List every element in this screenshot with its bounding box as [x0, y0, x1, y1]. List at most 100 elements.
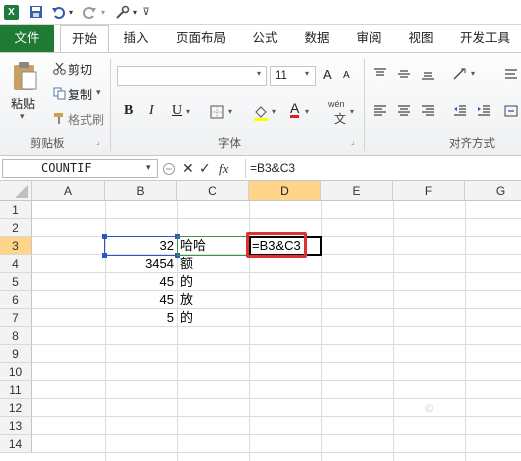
name-box-dropdown-icon[interactable]: ▾: [146, 162, 151, 173]
tools-icon[interactable]: [114, 4, 130, 20]
column-header-c[interactable]: C: [177, 181, 249, 201]
formula-bar-grip-icon[interactable]: [161, 161, 177, 177]
cut-label[interactable]: 剪切: [68, 61, 92, 78]
name-box[interactable]: COUNTIF: [2, 159, 158, 178]
row-header-12[interactable]: 12: [0, 399, 32, 417]
font-launcher-icon[interactable]: ⌟: [351, 137, 355, 146]
font-name-dropdown[interactable]: [117, 66, 267, 86]
shrink-font-icon[interactable]: A: [343, 70, 350, 81]
cell-c5[interactable]: 的: [180, 273, 248, 291]
tab-data[interactable]: 数据: [295, 25, 339, 52]
column-header-d[interactable]: D: [249, 181, 321, 201]
row-header-11[interactable]: 11: [0, 381, 32, 399]
fill-color-dropdown-icon[interactable]: ▾: [272, 107, 276, 116]
align-top-icon[interactable]: [372, 67, 388, 81]
formula-input[interactable]: =B3&C3: [245, 159, 519, 178]
tab-home[interactable]: 开始: [60, 25, 109, 53]
increase-indent-icon[interactable]: [476, 104, 492, 118]
merge-center-icon[interactable]: [503, 104, 519, 118]
cell-b7[interactable]: 5: [106, 309, 176, 327]
tab-developer[interactable]: 开发工具: [453, 25, 517, 52]
copy-dropdown-icon[interactable]: ▾: [96, 87, 101, 98]
column-header-f[interactable]: F: [393, 181, 465, 201]
save-icon[interactable]: [28, 4, 44, 20]
redo-dropdown-icon[interactable]: ▾: [99, 4, 107, 20]
font-color-button[interactable]: A: [290, 101, 300, 118]
align-center-icon[interactable]: [396, 104, 412, 118]
align-left-icon[interactable]: [372, 104, 388, 118]
align-middle-icon[interactable]: [396, 67, 412, 81]
cancel-icon[interactable]: ✕: [182, 160, 194, 177]
column-header-b[interactable]: B: [105, 181, 177, 201]
row-header-1[interactable]: 1: [0, 201, 32, 219]
paste-label[interactable]: 粘贴: [11, 95, 35, 112]
align-bottom-icon[interactable]: [420, 67, 436, 81]
paste-icon[interactable]: [10, 59, 40, 93]
column-header-a[interactable]: A: [32, 181, 105, 201]
italic-button[interactable]: I: [149, 103, 154, 119]
cell-c6[interactable]: 放: [180, 291, 248, 309]
row-header-9[interactable]: 9: [0, 345, 32, 363]
excel-app-icon[interactable]: X: [4, 4, 19, 20]
cell-b3[interactable]: 32: [106, 237, 176, 255]
undo-dropdown-icon[interactable]: ▾: [67, 4, 75, 20]
tab-insert[interactable]: 插入: [113, 25, 159, 52]
enter-icon[interactable]: ✓: [199, 160, 211, 177]
copy-label[interactable]: 复制: [68, 86, 92, 103]
cut-icon[interactable]: [52, 61, 66, 75]
column-header-g[interactable]: G: [465, 181, 521, 201]
phonetic-dropdown-icon[interactable]: ▾: [350, 107, 354, 116]
row-header-2[interactable]: 2: [0, 219, 32, 237]
row-header-3[interactable]: 3: [0, 237, 32, 255]
undo-icon[interactable]: [50, 4, 66, 20]
cell-b6[interactable]: 45: [106, 291, 176, 309]
worksheet-grid[interactable]: A B C D E F G 1 2 3 4 5 6 7 8 9 10 11 12…: [0, 181, 521, 461]
row-header-7[interactable]: 7: [0, 309, 32, 327]
tab-page-layout[interactable]: 页面布局: [169, 25, 233, 52]
customize-qat-icon[interactable]: ⊽: [141, 4, 151, 20]
redo-icon[interactable]: [82, 4, 98, 20]
row-header-5[interactable]: 5: [0, 273, 32, 291]
cell-c3[interactable]: 哈哈: [180, 237, 248, 255]
bold-button[interactable]: B: [124, 103, 133, 119]
format-painter-icon[interactable]: [52, 111, 66, 125]
cell-c7[interactable]: 的: [180, 309, 248, 327]
row-header-13[interactable]: 13: [0, 417, 32, 435]
wrap-text-icon[interactable]: [503, 67, 519, 81]
borders-icon[interactable]: [209, 104, 225, 120]
orientation-icon[interactable]: [451, 66, 469, 82]
tab-review[interactable]: 审阅: [347, 25, 391, 52]
paste-dropdown-icon[interactable]: ▾: [20, 111, 25, 122]
clipboard-launcher-icon[interactable]: ⌟: [96, 137, 100, 146]
insert-function-icon[interactable]: fx: [219, 161, 228, 177]
format-painter-label[interactable]: 格式刷: [68, 111, 104, 128]
select-all-corner[interactable]: [0, 181, 32, 201]
column-header-e[interactable]: E: [321, 181, 393, 201]
row-header-6[interactable]: 6: [0, 291, 32, 309]
phonetic-guide-button[interactable]: wén: [328, 99, 345, 109]
fill-color-icon[interactable]: [252, 103, 270, 121]
row-header-4[interactable]: 4: [0, 255, 32, 273]
decrease-indent-icon[interactable]: [452, 104, 468, 118]
copy-icon[interactable]: [52, 86, 66, 100]
font-size-dropdown[interactable]: 11: [270, 66, 316, 86]
tab-file[interactable]: 文件: [0, 25, 54, 52]
align-right-icon[interactable]: [420, 104, 436, 118]
cell-b4[interactable]: 3454: [106, 255, 176, 273]
underline-button[interactable]: U: [172, 103, 182, 119]
font-name-chevron-icon[interactable]: ▾: [257, 69, 261, 78]
row-header-14[interactable]: 14: [0, 435, 32, 453]
orientation-dropdown-icon[interactable]: ▾: [471, 69, 475, 78]
row-header-10[interactable]: 10: [0, 363, 32, 381]
tab-formulas[interactable]: 公式: [243, 25, 287, 52]
tools-dropdown-icon[interactable]: ▾: [131, 4, 139, 20]
row-header-8[interactable]: 8: [0, 327, 32, 345]
tab-view[interactable]: 视图: [399, 25, 443, 52]
font-color-dropdown-icon[interactable]: ▾: [305, 107, 309, 116]
cell-b5[interactable]: 45: [106, 273, 176, 291]
borders-dropdown-icon[interactable]: ▾: [228, 107, 232, 116]
grow-font-icon[interactable]: A: [323, 67, 332, 82]
cell-c4[interactable]: 额: [180, 255, 248, 273]
underline-dropdown-icon[interactable]: ▾: [186, 107, 190, 116]
font-size-chevron-icon[interactable]: ▾: [305, 69, 309, 78]
